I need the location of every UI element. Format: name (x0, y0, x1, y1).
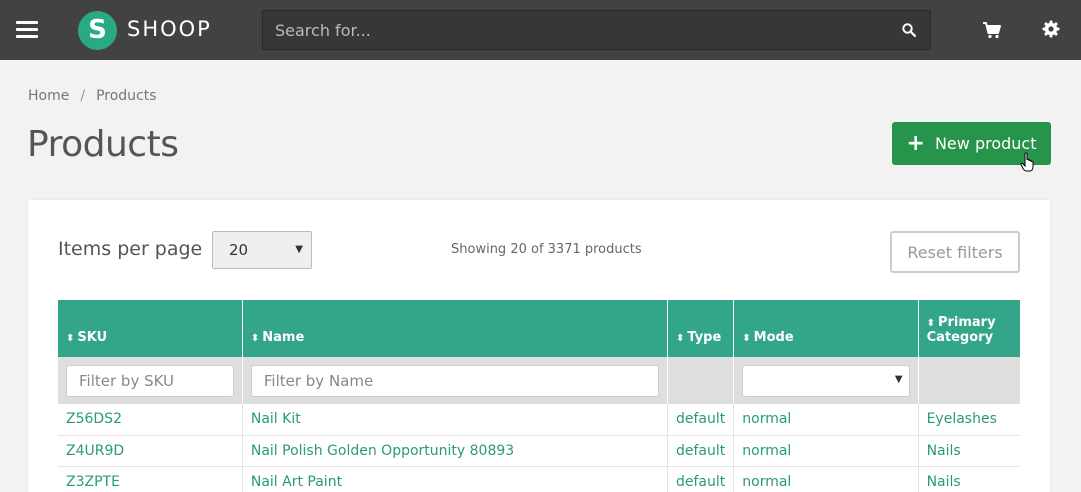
table-row[interactable]: Z56DS2 Nail Kit default normal Eyelashes (58, 404, 1020, 436)
sort-icon: ⬍ (66, 333, 75, 344)
shoop-logo[interactable]: S (78, 11, 117, 50)
search-box (262, 10, 931, 50)
logo-text[interactable]: SHOOP (127, 17, 212, 41)
filter-cell-mode: ▼ (733, 357, 919, 404)
table-header-row: ⬍ SKU ⬍ Name ⬍ Type ⬍ Mode ⬍ Primary Category (58, 300, 1020, 357)
filter-row: ▼ (58, 357, 1020, 404)
gear-icon[interactable] (1042, 20, 1060, 38)
breadcrumb: Home / Products (28, 88, 157, 104)
column-header-type[interactable]: ⬍ Type (667, 300, 735, 357)
page-title: Products (27, 124, 179, 165)
products-card: Items per page 20 ▼ Showing 20 of 3371 p… (28, 200, 1050, 492)
type-cell: default (667, 466, 735, 492)
column-header-name[interactable]: ⬍ Name (242, 300, 668, 357)
type-cell: default (667, 404, 735, 436)
sort-icon: ⬍ (675, 333, 685, 344)
breadcrumb-current: Products (96, 88, 157, 104)
mode-cell: normal (733, 435, 919, 467)
product-name-link[interactable]: Nail Kit (251, 411, 301, 427)
category-cell: Nails (918, 435, 1020, 467)
search-icon[interactable] (902, 23, 916, 37)
name-filter-input[interactable] (250, 364, 659, 397)
sort-icon: ⬍ (742, 333, 751, 344)
filter-cell-category (918, 357, 1020, 404)
search-input[interactable] (263, 11, 883, 49)
top-navbar: S SHOOP (0, 0, 1081, 60)
filter-cell-type (667, 357, 735, 404)
mode-filter-select[interactable]: ▼ (742, 364, 910, 397)
category-cell: Eyelashes (918, 404, 1020, 436)
mode-cell: normal (733, 466, 919, 492)
items-per-page-label: Items per page (58, 238, 203, 260)
logo-letter: S (88, 15, 107, 45)
products-table: ⬍ SKU ⬍ Name ⬍ Type ⬍ Mode ⬍ Primary Category … (58, 300, 1020, 492)
filter-cell-name (242, 357, 668, 404)
product-name-link[interactable]: Nail Polish Golden Opportunity 80893 (251, 443, 514, 459)
cart-icon[interactable] (982, 20, 1002, 40)
items-per-page-value: 20 (229, 241, 249, 259)
mode-cell: normal (733, 404, 919, 436)
column-header-sku[interactable]: ⬍ SKU (58, 300, 243, 357)
table-row[interactable]: Z3ZPTE Nail Art Paint default normal Nai… (58, 466, 1020, 492)
sku-link[interactable]: Z4UR9D (66, 443, 124, 459)
product-name-link[interactable]: Nail Art Paint (251, 474, 342, 490)
chevron-down-icon: ▼ (894, 373, 903, 385)
table-row[interactable]: Z4UR9D Nail Polish Golden Opportunity 80… (58, 435, 1020, 467)
sku-link[interactable]: Z3ZPTE (66, 474, 120, 490)
category-cell: Nails (918, 466, 1020, 492)
column-header-primary-category[interactable]: ⬍ Primary Category (918, 300, 1020, 357)
sort-icon: ⬍ (250, 333, 260, 344)
showing-count: Showing 20 of 3371 products (451, 242, 642, 257)
plus-icon: + (906, 130, 925, 156)
filter-cell-sku (58, 357, 243, 404)
hamburger-menu-icon[interactable] (16, 21, 38, 39)
type-cell: default (667, 435, 735, 467)
items-per-page-select[interactable]: 20 ▼ (212, 231, 312, 269)
breadcrumb-separator: / (80, 88, 86, 104)
reset-filters-button[interactable]: Reset filters (890, 231, 1020, 273)
hand-cursor-icon (1020, 152, 1034, 172)
new-product-label: New product (934, 134, 1037, 153)
column-header-mode[interactable]: ⬍ Mode (733, 300, 919, 357)
breadcrumb-home[interactable]: Home (28, 88, 69, 104)
sku-link[interactable]: Z56DS2 (66, 411, 122, 427)
sku-filter-input[interactable] (66, 364, 234, 397)
chevron-down-icon: ▼ (295, 244, 303, 255)
sort-icon: ⬍ (926, 318, 935, 329)
